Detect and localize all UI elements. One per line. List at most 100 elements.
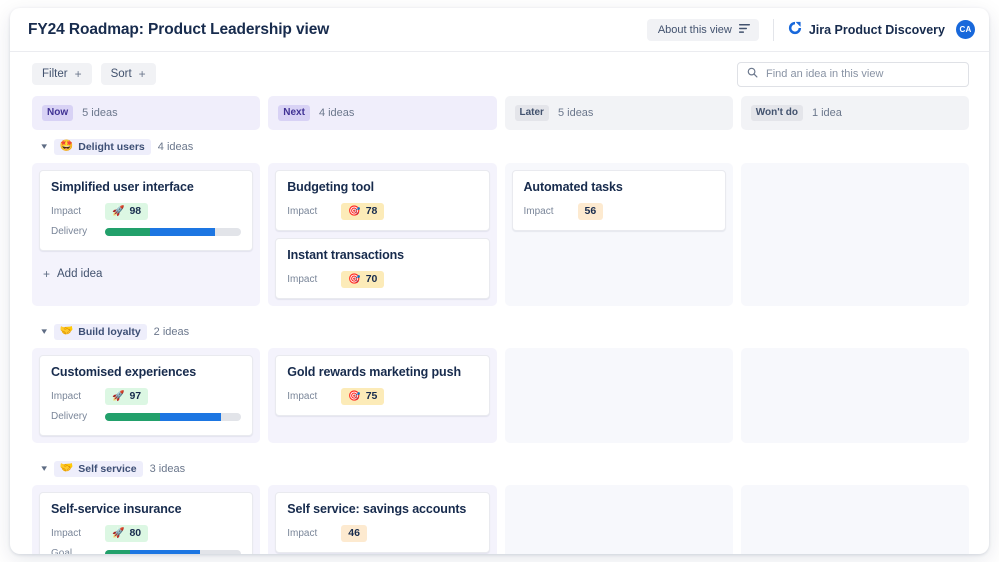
swimlane-cell[interactable] bbox=[740, 485, 969, 554]
column-idea-count: 4 ideas bbox=[318, 107, 355, 119]
impact-value: 97 bbox=[129, 389, 142, 402]
progress-bar bbox=[105, 549, 242, 554]
progress-field: Delivery bbox=[51, 223, 242, 240]
field-label: Impact bbox=[523, 206, 554, 217]
group-idea-count: 3 ideas bbox=[149, 462, 186, 475]
column-header[interactable]: Later 5 ideas bbox=[504, 96, 733, 130]
filter-label: Filter bbox=[42, 68, 68, 80]
impact-value: 98 bbox=[129, 204, 142, 217]
swimlane-cell[interactable]: Simplified user interface Impact 🚀 98 Delive… bbox=[32, 163, 261, 306]
bullseye-emoji: 🎯 bbox=[348, 390, 361, 402]
about-this-view-button[interactable]: About this view bbox=[646, 18, 759, 41]
impact-field: Impact 🎯 70 bbox=[287, 270, 477, 289]
swimlane-cell[interactable]: Gold rewards marketing push Impact 🎯 75 bbox=[268, 348, 497, 443]
column-idea-count: 5 ideas bbox=[557, 107, 594, 119]
swimlane-cell[interactable]: Self-service insurance Impact 🚀 80 Goal bbox=[32, 485, 261, 554]
idea-title: Budgeting tool bbox=[287, 180, 375, 194]
impact-field: Impact 🚀 98 bbox=[51, 202, 241, 221]
swimlane-cell[interactable]: Automated tasks Impact 56 bbox=[504, 163, 733, 306]
progress-field: Goal bbox=[51, 545, 242, 554]
swimlane-cell[interactable] bbox=[504, 485, 733, 554]
column-headers: Now 5 ideas Next 4 ideas Later 5 ideas Won't d… bbox=[32, 96, 969, 130]
group-label-pill[interactable]: 🤝 Self service bbox=[53, 460, 143, 477]
group-label-pill[interactable]: 🤩 Delight users bbox=[53, 138, 151, 155]
app-header: FY24 Roadmap: Product Leadership view Ab… bbox=[10, 8, 989, 52]
column-idea-count: 5 ideas bbox=[82, 107, 118, 119]
impact-badge: 🚀 80 bbox=[105, 524, 149, 543]
board-toolbar: Filter + Sort + Find an idea in this vie… bbox=[10, 52, 989, 96]
impact-field: Impact 46 bbox=[287, 524, 477, 543]
column-header[interactable]: Next 4 ideas bbox=[268, 96, 497, 130]
swimlane-cell[interactable] bbox=[740, 163, 969, 306]
swimlane-cell[interactable] bbox=[740, 348, 969, 443]
group-header: ▾ 🤩 Delight users 4 ideas bbox=[32, 130, 969, 163]
handshake-emoji: 🤝 bbox=[59, 325, 74, 337]
swimlane-cell[interactable]: Budgeting tool Impact 🎯 78 Instant transacti… bbox=[268, 163, 497, 306]
app-window: FY24 Roadmap: Product Leadership view Ab… bbox=[10, 8, 989, 554]
column-status-badge: Won't do bbox=[750, 104, 803, 122]
field-label: Impact bbox=[51, 391, 82, 402]
product-brand[interactable]: Jira Product Discovery bbox=[788, 21, 945, 38]
impact-badge: 56 bbox=[577, 202, 604, 221]
group-label-pill[interactable]: 🤝 Build loyalty bbox=[53, 323, 147, 340]
field-label: Impact bbox=[51, 528, 82, 539]
idea-title: Instant transactions bbox=[287, 248, 405, 262]
impact-value: 46 bbox=[348, 526, 360, 539]
idea-card[interactable]: Self service: savings accounts Impact 46 bbox=[275, 492, 490, 553]
impact-value: 80 bbox=[129, 526, 142, 539]
progress-field: Delivery bbox=[51, 408, 242, 425]
column-status-badge: Next bbox=[278, 104, 310, 122]
field-label: Delivery bbox=[51, 226, 88, 237]
field-label: Impact bbox=[51, 206, 82, 217]
idea-title: Self service: savings accounts bbox=[287, 502, 467, 516]
plus-icon: + bbox=[74, 67, 82, 81]
add-idea-button[interactable]: + Add idea bbox=[39, 258, 253, 284]
field-label: Impact bbox=[287, 274, 318, 285]
swimlane-groups: ▾ 🤩 Delight users 4 ideas Simplified user in… bbox=[32, 130, 969, 554]
idea-card[interactable]: Automated tasks Impact 56 bbox=[511, 170, 726, 231]
rocket-emoji: 🚀 bbox=[112, 205, 125, 217]
swimlane-cell[interactable]: Customised experiences Impact 🚀 97 Delivery bbox=[32, 348, 261, 443]
progress-bar bbox=[105, 412, 242, 421]
chevron-down-icon[interactable]: ▾ bbox=[41, 327, 47, 336]
progress-segment-blue bbox=[129, 549, 201, 554]
impact-field: Impact 🚀 80 bbox=[51, 524, 241, 543]
progress-segment-green bbox=[105, 227, 150, 236]
chevron-down-icon[interactable]: ▾ bbox=[41, 142, 47, 151]
swimlane-cell[interactable]: Self service: savings accounts Impact 46 bbox=[268, 485, 497, 554]
list-lines-icon bbox=[738, 23, 750, 36]
filter-button[interactable]: Filter + bbox=[32, 63, 92, 85]
idea-card[interactable]: Budgeting tool Impact 🎯 78 bbox=[275, 170, 490, 231]
impact-badge: 🚀 98 bbox=[105, 202, 149, 221]
brand-label: Jira Product Discovery bbox=[808, 22, 945, 37]
field-label: Delivery bbox=[51, 411, 88, 422]
jira-product-discovery-logo bbox=[788, 21, 802, 38]
idea-title: Self-service insurance bbox=[51, 502, 182, 516]
group-header: ▾ 🤝 Self service 3 ideas bbox=[32, 452, 969, 485]
progress-segment-green bbox=[105, 549, 130, 554]
avatar[interactable]: CA bbox=[956, 20, 975, 39]
idea-title: Automated tasks bbox=[523, 180, 623, 194]
page-title: FY24 Roadmap: Product Leadership view bbox=[28, 20, 330, 38]
idea-card[interactable]: Self-service insurance Impact 🚀 80 Goal bbox=[39, 492, 254, 554]
swimlane: Customised experiences Impact 🚀 97 Delivery G… bbox=[32, 348, 969, 443]
idea-card[interactable]: Gold rewards marketing push Impact 🎯 75 bbox=[275, 355, 490, 416]
column-status-badge: Now bbox=[42, 104, 74, 122]
sort-label: Sort bbox=[110, 68, 132, 80]
column-status-badge: Later bbox=[514, 104, 549, 122]
impact-value: 70 bbox=[365, 272, 378, 285]
roadmap-board: Now 5 ideas Next 4 ideas Later 5 ideas Won't d… bbox=[10, 96, 989, 554]
field-label: Impact bbox=[287, 206, 318, 217]
idea-card[interactable]: Customised experiences Impact 🚀 97 Delivery bbox=[39, 355, 254, 436]
column-header[interactable]: Now 5 ideas bbox=[32, 96, 261, 130]
search-input[interactable]: Find an idea in this view bbox=[737, 61, 969, 87]
header-actions: About this view Jira Product Discovery C… bbox=[646, 18, 975, 41]
chevron-down-icon[interactable]: ▾ bbox=[41, 464, 47, 473]
sort-button[interactable]: Sort + bbox=[100, 63, 156, 85]
column-header[interactable]: Won't do 1 idea bbox=[740, 96, 969, 130]
swimlane-cell[interactable] bbox=[504, 348, 733, 443]
idea-card[interactable]: Simplified user interface Impact 🚀 98 Delive… bbox=[39, 170, 254, 251]
impact-field: Impact 56 bbox=[523, 202, 714, 221]
idea-card[interactable]: Instant transactions Impact 🎯 70 bbox=[275, 238, 490, 299]
impact-value: 75 bbox=[365, 389, 378, 402]
